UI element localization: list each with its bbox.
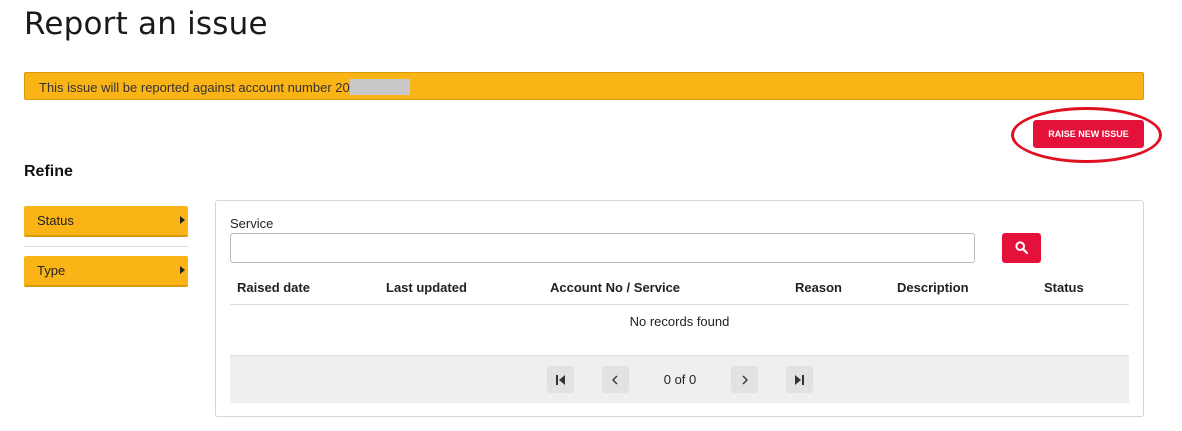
last-page-icon	[795, 375, 804, 385]
raise-new-issue-button[interactable]: RAISE NEW ISSUE	[1033, 120, 1144, 148]
first-page-button[interactable]	[547, 366, 574, 393]
service-input[interactable]	[230, 233, 975, 263]
empty-state-text: No records found	[629, 314, 730, 329]
table-header-divider	[230, 304, 1129, 305]
chevron-right-icon	[180, 266, 185, 274]
next-page-button[interactable]	[731, 366, 758, 393]
account-notice-banner: This issue will be reported against acco…	[24, 72, 1144, 100]
column-header-last-updated[interactable]: Last updated	[386, 280, 467, 295]
redacted-account-number	[349, 79, 410, 95]
service-label: Service	[230, 216, 274, 231]
banner-text: This issue will be reported against acco…	[39, 80, 350, 95]
column-header-description[interactable]: Description	[897, 280, 969, 295]
filter-status-label: Status	[37, 213, 74, 228]
search-button[interactable]	[1002, 233, 1041, 263]
filter-divider	[24, 246, 188, 247]
last-page-button[interactable]	[786, 366, 813, 393]
prev-page-icon	[612, 375, 618, 385]
refine-heading: Refine	[24, 163, 73, 180]
next-page-icon	[742, 375, 748, 385]
column-header-reason[interactable]: Reason	[795, 280, 842, 295]
column-header-account-service[interactable]: Account No / Service	[550, 280, 680, 295]
first-page-icon	[556, 375, 565, 385]
previous-page-button[interactable]	[602, 366, 629, 393]
column-header-raised-date[interactable]: Raised date	[237, 280, 310, 295]
column-header-status[interactable]: Status	[1044, 280, 1084, 295]
page-title: Report an issue	[24, 6, 268, 42]
chevron-right-icon	[180, 216, 185, 224]
page-count: 0 of 0	[663, 372, 697, 387]
filter-type-button[interactable]: Type	[24, 256, 188, 287]
filter-status-button[interactable]: Status	[24, 206, 188, 237]
filter-type-label: Type	[37, 263, 66, 278]
search-icon	[1015, 241, 1028, 254]
